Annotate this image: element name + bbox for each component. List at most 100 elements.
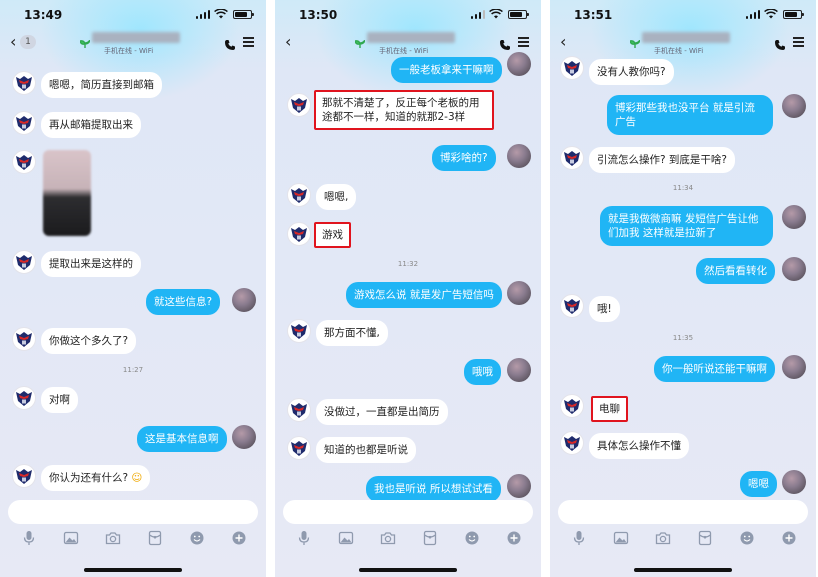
emoji-icon[interactable]: [739, 530, 755, 546]
message-bubble[interactable]: 对啊: [41, 387, 78, 413]
avatar[interactable]: [287, 398, 311, 422]
message-bubble[interactable]: 没有人教你吗?: [589, 59, 674, 85]
battery-icon: [508, 10, 529, 19]
avatar[interactable]: [287, 183, 311, 207]
message-bubble[interactable]: 这是基本信息啊: [137, 426, 227, 452]
contact-info[interactable]: 手机在线 - WiFi: [629, 32, 740, 60]
message-bubble[interactable]: 就这些信息?: [146, 289, 221, 315]
camera-icon[interactable]: [380, 530, 396, 546]
phone-call-icon[interactable]: [224, 36, 236, 50]
avatar[interactable]: [560, 294, 584, 318]
message-bubble-highlighted[interactable]: 游戏: [314, 222, 351, 248]
message-bubble[interactable]: 提取出来是这样的: [41, 251, 141, 277]
message-bubble[interactable]: 就是我做微商嘛 发短信广告让他们加我 这样就是拉新了: [600, 206, 773, 246]
red-packet-icon[interactable]: [697, 530, 713, 546]
message-bubble-highlighted[interactable]: 电聊: [591, 396, 628, 422]
emoji-icon[interactable]: [189, 530, 205, 546]
avatar[interactable]: [287, 222, 311, 246]
message-bubble[interactable]: 再从邮箱提取出来: [41, 112, 141, 138]
image-icon[interactable]: [613, 530, 629, 546]
menu-icon[interactable]: [518, 37, 529, 47]
red-packet-icon[interactable]: [422, 530, 438, 546]
message-bubble[interactable]: 具体怎么操作不懂: [589, 433, 689, 459]
avatar[interactable]: [560, 146, 584, 170]
phone-call-icon[interactable]: [499, 36, 511, 50]
input-bar: [0, 494, 266, 577]
avatar[interactable]: [232, 288, 256, 312]
avatar[interactable]: [12, 327, 36, 351]
unread-count-badge[interactable]: 1: [20, 35, 36, 49]
chat-header: ‹ 1 手机在线 - WiFi: [0, 28, 266, 58]
back-chevron-icon[interactable]: ‹: [285, 34, 291, 50]
avatar[interactable]: [560, 431, 584, 455]
plus-icon[interactable]: [781, 530, 797, 546]
avatar[interactable]: [12, 386, 36, 410]
avatar[interactable]: [12, 250, 36, 274]
avatar[interactable]: [232, 425, 256, 449]
emoji-icon[interactable]: [464, 530, 480, 546]
input-bar: [550, 494, 816, 577]
image-icon[interactable]: [338, 530, 354, 546]
avatar[interactable]: [782, 470, 806, 494]
image-icon[interactable]: [63, 530, 79, 546]
avatar[interactable]: [560, 394, 584, 418]
avatar[interactable]: [782, 94, 806, 118]
status-bar: 13:49: [0, 0, 266, 26]
message-bubble[interactable]: 嗯嗯,: [316, 184, 357, 210]
menu-icon[interactable]: [243, 37, 254, 47]
message-bubble[interactable]: 游戏怎么说 就是发广告短信吗: [346, 282, 502, 308]
chat-screen-3: 13:51 ‹ 手机在线 - WiFi 没有人教你吗? 博彩那些我也没平台 就是…: [550, 0, 816, 577]
message-bubble[interactable]: 知道的也都是听说: [316, 437, 416, 463]
avatar[interactable]: [12, 150, 36, 174]
message-input[interactable]: [8, 500, 258, 524]
avatar[interactable]: [560, 56, 584, 80]
avatar[interactable]: [507, 144, 531, 168]
chat-header: ‹ 手机在线 - WiFi: [550, 28, 816, 58]
contact-info[interactable]: 手机在线 - WiFi: [79, 32, 190, 60]
camera-icon[interactable]: [105, 530, 121, 546]
image-message-redacted[interactable]: [43, 150, 91, 236]
avatar[interactable]: [507, 358, 531, 382]
message-bubble[interactable]: 你认为还有什么? ☺: [41, 465, 151, 491]
message-bubble[interactable]: 嗯嗯，简历直接到邮箱: [41, 72, 162, 98]
avatar[interactable]: [12, 464, 36, 488]
message-bubble[interactable]: 哦!: [589, 296, 620, 322]
avatar[interactable]: [507, 281, 531, 305]
microphone-icon[interactable]: [571, 530, 587, 546]
avatar[interactable]: [12, 111, 36, 135]
avatar[interactable]: [782, 257, 806, 281]
phone-call-icon[interactable]: [774, 36, 786, 50]
message-bubble-highlighted[interactable]: 那就不清楚了，反正每个老板的用途都不一样，知道的就那2-3样: [314, 90, 494, 130]
message-bubble[interactable]: 没做过，一直都是出简历: [316, 399, 448, 425]
message-bubble[interactable]: 一般老板拿来干嘛啊: [391, 57, 502, 83]
avatar[interactable]: [287, 436, 311, 460]
avatar[interactable]: [782, 355, 806, 379]
message-bubble[interactable]: 你一般听说还能干嘛啊: [654, 356, 775, 382]
avatar[interactable]: [287, 93, 311, 117]
red-packet-icon[interactable]: [147, 530, 163, 546]
avatar[interactable]: [782, 205, 806, 229]
contact-info[interactable]: 手机在线 - WiFi: [354, 32, 465, 60]
back-chevron-icon[interactable]: ‹: [560, 34, 566, 50]
avatar[interactable]: [12, 71, 36, 95]
message-bubble[interactable]: 你做这个多久了?: [41, 328, 137, 354]
message-bubble[interactable]: 那方面不懂,: [316, 320, 388, 346]
message-input[interactable]: [283, 500, 533, 524]
message-input[interactable]: [558, 500, 808, 524]
menu-icon[interactable]: [793, 37, 804, 47]
online-status: 手机在线 - WiFi: [379, 47, 429, 55]
message-bubble[interactable]: 博彩那些我也没平台 就是引流 广告: [607, 95, 773, 135]
microphone-icon[interactable]: [296, 530, 312, 546]
camera-icon[interactable]: [655, 530, 671, 546]
plus-icon[interactable]: [231, 530, 247, 546]
message-bubble[interactable]: 博彩啥的?: [432, 145, 496, 171]
avatar[interactable]: [507, 52, 531, 76]
leaf-icon: [629, 33, 641, 48]
message-bubble[interactable]: 哦哦: [464, 359, 501, 385]
plus-icon[interactable]: [506, 530, 522, 546]
microphone-icon[interactable]: [21, 530, 37, 546]
back-chevron-icon[interactable]: ‹: [10, 34, 16, 50]
message-bubble[interactable]: 引流怎么操作? 到底是干啥?: [589, 147, 735, 173]
avatar[interactable]: [287, 319, 311, 343]
message-bubble[interactable]: 然后看看转化: [696, 258, 775, 284]
